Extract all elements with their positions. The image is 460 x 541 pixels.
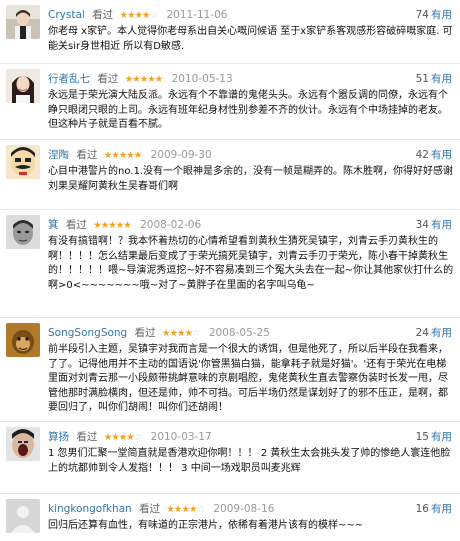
useful-count: 51 bbox=[415, 73, 429, 85]
watched-label: 看过 bbox=[76, 149, 98, 161]
useful-count: 74 bbox=[415, 9, 429, 21]
useful-vote[interactable]: 74 有用 bbox=[416, 7, 452, 23]
useful-vote[interactable]: 16 有用 bbox=[416, 501, 452, 517]
rating-stars: ★★★★★ bbox=[103, 150, 143, 161]
avatar-woman-photo-icon bbox=[6, 69, 40, 103]
review-text: 1 忽男们汇聚一堂简直就是香港欢迎你啊！！！ 2 黄秋生太会挑头发了帅的惨绝人寰… bbox=[48, 448, 451, 474]
watched-label: 看过 bbox=[65, 219, 87, 231]
review-meta: 涅陶 看过 ★★★★★ 2009-09-30 bbox=[48, 147, 448, 163]
review-item: SongSongSong 看过 ★★★★☆ 2008-05-25 24 有用 前半… bbox=[0, 318, 460, 422]
useful-button[interactable]: 有用 bbox=[431, 149, 452, 161]
useful-vote[interactable]: 24 有用 bbox=[416, 325, 452, 341]
rating-stars: ★★★★★ bbox=[93, 220, 132, 231]
review-text: 你老母 x家铲。本人觉得你老母系出自关心嘅问候语 至于x家铲系客观感形容破碎嘅家… bbox=[48, 26, 453, 52]
review-item: 算扬 看过 ★★★★☆ 2010-03-17 15 有用 1 忽男们汇聚一堂简直就… bbox=[0, 422, 460, 494]
useful-vote[interactable]: 15 有用 bbox=[416, 429, 452, 445]
rating-stars: ★★★★★ bbox=[124, 74, 164, 85]
useful-vote[interactable]: 51 有用 bbox=[416, 71, 452, 87]
rating-stars: ★★★★☆ bbox=[161, 328, 201, 339]
review-date: 2010-03-17 bbox=[150, 431, 212, 443]
avatar-bw-face-icon bbox=[6, 215, 40, 249]
user-avatar[interactable] bbox=[6, 427, 40, 461]
review-meta: Crystal 看过 ★★★★☆ 2011-11-06 bbox=[48, 7, 448, 23]
watched-label: 看过 bbox=[92, 9, 114, 21]
review-date: 2011-11-06 bbox=[166, 9, 228, 21]
rating-stars: ★★★★☆ bbox=[103, 432, 143, 443]
review-item: Crystal 看过 ★★★★☆ 2011-11-06 74 有用 你老母 x家铲… bbox=[0, 0, 460, 64]
review-list: Crystal 看过 ★★★★☆ 2011-11-06 74 有用 你老母 x家铲… bbox=[0, 0, 460, 541]
username-link[interactable]: 涅陶 bbox=[48, 149, 69, 161]
avatar-cartoon-mustache-icon bbox=[6, 145, 40, 179]
user-avatar[interactable] bbox=[6, 323, 40, 357]
user-avatar[interactable] bbox=[6, 5, 40, 39]
useful-count: 15 bbox=[415, 431, 429, 443]
review-meta: SongSongSong 看过 ★★★★☆ 2008-05-25 bbox=[48, 325, 448, 341]
useful-count: 42 bbox=[415, 149, 429, 161]
review-text: 心目中港警片的no.1.没有一个眼神是多余的，没有一帧是糊弄的。陈木胜啊，你得好… bbox=[48, 166, 453, 192]
review-text: 回归后还算有血性，有味道的正宗港片，依稀有着港片该有的模样~~~ bbox=[48, 520, 364, 531]
avatar-girl-photo-icon bbox=[6, 5, 40, 39]
user-avatar[interactable] bbox=[6, 499, 40, 533]
useful-button[interactable]: 有用 bbox=[431, 431, 452, 443]
review-meta: kingkongofkhan 看过 ★★★★☆ 2009-08-16 bbox=[48, 501, 448, 517]
useful-count: 34 bbox=[415, 219, 429, 231]
review-date: 2008-05-25 bbox=[208, 327, 270, 339]
user-avatar[interactable] bbox=[6, 145, 40, 179]
avatar-blank-gray-icon bbox=[6, 499, 40, 533]
user-avatar[interactable] bbox=[6, 69, 40, 103]
review-meta: 行者乱七 看过 ★★★★★ 2010-05-13 bbox=[48, 71, 448, 87]
rating-stars: ★★★★☆ bbox=[166, 504, 205, 515]
username-link[interactable]: SongSongSong bbox=[48, 327, 127, 339]
review-text: 前半段引入主题，吴镇宇对我而言是一个很大的诱饵，但是他死了，所以后半段在我看来，… bbox=[48, 344, 448, 413]
username-link[interactable]: 算扬 bbox=[48, 431, 69, 443]
review-meta: 箕 看过 ★★★★★ 2008-02-06 bbox=[48, 217, 448, 233]
review-date: 2009-08-16 bbox=[213, 503, 275, 515]
review-meta: 算扬 看过 ★★★★☆ 2010-03-17 bbox=[48, 429, 448, 445]
username-link[interactable]: 行者乱七 bbox=[48, 73, 90, 85]
review-text: 有没有搞错啊！？我本怀着热切的心情希望看到黄秋生猜死吴镇宇，刘青云手刃黄秋生的啊… bbox=[48, 236, 454, 291]
review-item: 涅陶 看过 ★★★★★ 2009-09-30 42 有用 心目中港警片的no.1.… bbox=[0, 140, 460, 210]
useful-vote[interactable]: 42 有用 bbox=[416, 147, 452, 163]
username-link[interactable]: 箕 bbox=[48, 219, 59, 231]
review-item: kingkongofkhan 看过 ★★★★☆ 2009-08-16 16 有用 … bbox=[0, 494, 460, 541]
username-link[interactable]: kingkongofkhan bbox=[48, 503, 132, 515]
avatar-monkey-face-icon bbox=[6, 323, 40, 357]
review-date: 2010-05-13 bbox=[171, 73, 233, 85]
useful-vote[interactable]: 34 有用 bbox=[416, 217, 452, 233]
useful-count: 16 bbox=[415, 503, 429, 515]
useful-button[interactable]: 有用 bbox=[431, 219, 452, 231]
review-date: 2009-09-30 bbox=[150, 149, 212, 161]
rating-stars: ★★★★☆ bbox=[119, 10, 159, 21]
username-link[interactable]: Crystal bbox=[48, 9, 85, 21]
review-item: 行者乱七 看过 ★★★★★ 2010-05-13 51 有用 永远是于荣光演大陆反… bbox=[0, 64, 460, 140]
useful-button[interactable]: 有用 bbox=[431, 73, 452, 85]
watched-label: 看过 bbox=[97, 73, 119, 85]
watched-label: 看过 bbox=[139, 503, 161, 515]
useful-button[interactable]: 有用 bbox=[431, 327, 452, 339]
review-item: 箕 看过 ★★★★★ 2008-02-06 34 有用 有没有搞错啊！？我本怀着热… bbox=[0, 210, 460, 318]
review-date: 2008-02-06 bbox=[140, 219, 202, 231]
useful-button[interactable]: 有用 bbox=[431, 503, 452, 515]
user-avatar[interactable] bbox=[6, 215, 40, 249]
useful-button[interactable]: 有用 bbox=[431, 9, 452, 21]
watched-label: 看过 bbox=[76, 431, 98, 443]
watched-label: 看过 bbox=[134, 327, 156, 339]
avatar-screaming-face-icon bbox=[6, 427, 40, 461]
review-text: 永远是于荣光演大陆反派。永远有个不靠谱的鬼佬头头。永远有个嚣反调的同僚，永远有个… bbox=[48, 90, 448, 130]
useful-count: 24 bbox=[415, 327, 429, 339]
